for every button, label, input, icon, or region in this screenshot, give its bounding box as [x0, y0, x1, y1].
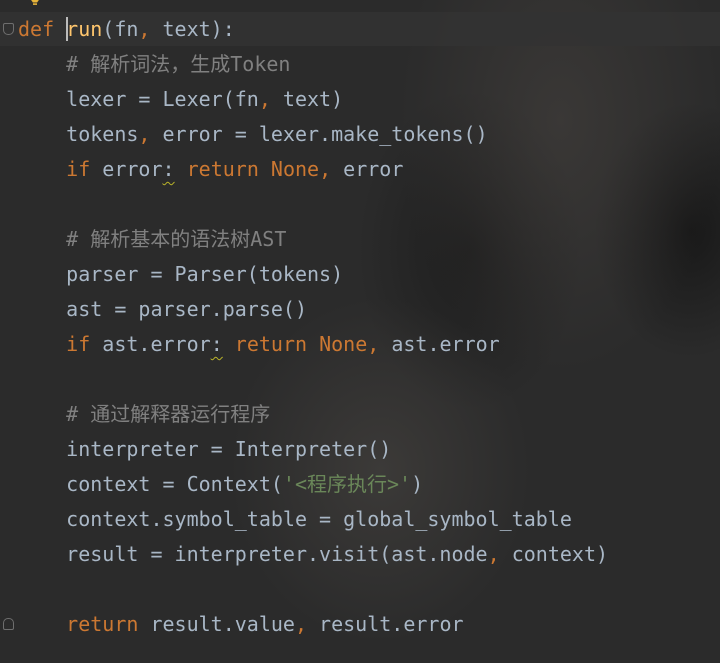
code-token: return [66, 612, 139, 636]
code-token: result.value [138, 612, 295, 636]
code-line[interactable]: # 解析词法，生成Token [18, 47, 608, 82]
code-line[interactable]: parser = Parser(tokens) [18, 257, 608, 292]
code-token: return [234, 332, 308, 356]
code-token: , [294, 612, 308, 636]
code-area[interactable]: def run(fn, text): # 解析词法，生成Token lexer … [18, 12, 608, 642]
code-token: ast.error [90, 332, 211, 356]
code-token: # 通过解释器运行程序 [18, 402, 271, 426]
code-token: ) [411, 472, 424, 496]
code-token: , [138, 17, 151, 41]
code-token: ast.error [379, 332, 500, 356]
code-token-warning: : [210, 332, 223, 356]
code-token: '<程序执行>' [282, 472, 412, 496]
code-line[interactable]: interpreter = Interpreter() [18, 432, 608, 467]
code-token: , [258, 87, 271, 111]
code-token: result = interpreter.visit(ast.node [18, 542, 488, 566]
code-line[interactable]: if error: return None, error [18, 152, 608, 187]
code-token: return [186, 157, 259, 181]
code-token: parser = Parser(tokens) [18, 262, 344, 286]
code-token-warning: : [162, 157, 175, 181]
code-token: lexer = Lexer(fn [18, 87, 259, 111]
code-line[interactable]: ast = parser.parse() [18, 292, 608, 327]
code-token: text): [150, 17, 235, 41]
code-token: context.symbol_table = global_symbol_tab… [18, 507, 572, 531]
code-token: error [90, 157, 163, 181]
fold-end-icon[interactable] [3, 618, 14, 630]
code-line[interactable]: context = Context('<程序执行>') [18, 467, 608, 502]
code-line[interactable]: context.symbol_table = global_symbol_tab… [18, 502, 608, 537]
code-token: tokens [18, 122, 139, 146]
code-line[interactable]: def run(fn, text): [18, 12, 608, 47]
code-token: , [487, 542, 500, 566]
code-token: (fn [102, 17, 139, 41]
code-token: if [66, 157, 91, 181]
code-token: # 解析基本的语法树AST [18, 227, 287, 251]
code-token: result.error [307, 612, 464, 636]
code-token: if [66, 332, 91, 356]
fold-start-icon[interactable] [3, 23, 14, 35]
code-editor[interactable]: def run(fn, text): # 解析词法，生成Token lexer … [0, 0, 720, 663]
code-token: run [66, 17, 103, 41]
code-line[interactable]: return result.value, result.error [18, 607, 608, 642]
editor-gutter [0, 0, 39, 663]
intention-bulb-icon[interactable] [29, 0, 41, 6]
code-line[interactable]: tokens, error = lexer.make_tokens() [18, 117, 608, 152]
code-token: error [331, 157, 404, 181]
code-token: None, [270, 157, 332, 181]
code-line[interactable] [18, 362, 608, 397]
code-line[interactable]: # 通过解释器运行程序 [18, 397, 608, 432]
code-token: # 解析词法，生成Token [18, 52, 291, 76]
code-token: None, [319, 332, 380, 356]
code-token: interpreter = Interpreter() [18, 437, 392, 461]
code-token: context) [499, 542, 609, 566]
code-line[interactable]: if ast.error: return None, ast.error [18, 327, 608, 362]
code-token: , [138, 122, 151, 146]
code-token: def [18, 17, 55, 41]
code-line[interactable] [18, 187, 608, 222]
code-line[interactable] [18, 572, 608, 607]
code-line[interactable]: lexer = Lexer(fn, text) [18, 82, 608, 117]
code-token: error = lexer.make_tokens() [150, 122, 488, 146]
code-token: context = Context( [18, 472, 283, 496]
code-token: ast = parser.parse() [18, 297, 307, 321]
code-line[interactable]: result = interpreter.visit(ast.node, con… [18, 537, 608, 572]
code-line[interactable]: # 解析基本的语法树AST [18, 222, 608, 257]
code-token: text) [270, 87, 344, 111]
